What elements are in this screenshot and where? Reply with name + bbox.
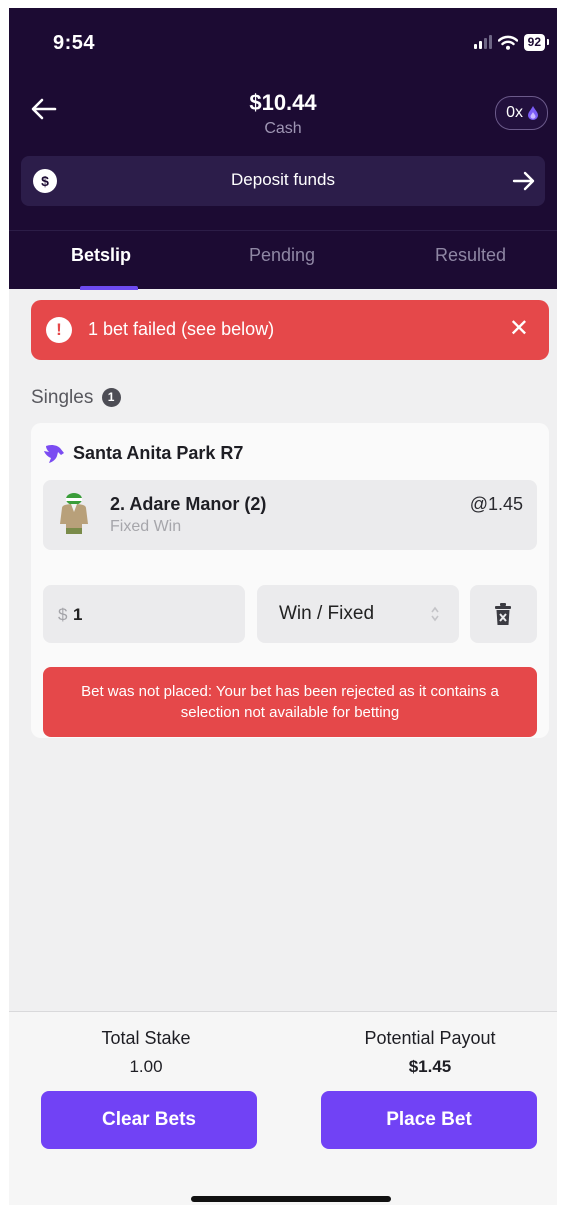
signal-icon — [473, 35, 492, 49]
race-header: Santa Anita Park R7 — [43, 443, 243, 464]
stake-input[interactable]: $ 1 — [43, 585, 245, 643]
runner-selection: 2. Adare Manor (2) Fixed Win @1.45 — [43, 480, 537, 550]
forward-arrow-icon — [512, 171, 535, 191]
singles-count-badge: 1 — [101, 388, 121, 407]
stake-currency: $ — [58, 605, 68, 624]
updown-caret-icon — [431, 606, 439, 622]
betslip-screen: 9:54 92 $10.44 Cash 0x $ Deposit funds B… — [9, 8, 557, 1205]
app-header: 9:54 92 $10.44 Cash 0x $ Deposit funds B… — [9, 8, 557, 290]
flame-icon — [528, 106, 538, 120]
jockey-silks-icon — [60, 493, 88, 534]
clear-bets-button[interactable]: Clear Bets — [41, 1091, 257, 1149]
stake-value: 1 — [73, 605, 83, 624]
wifi-icon — [497, 35, 518, 50]
singles-heading: Singles 1 — [31, 387, 121, 409]
bet-card: Santa Anita Park R7 2. Adare Manor (2) F… — [31, 423, 549, 738]
battery-icon: 92 — [523, 33, 550, 51]
error-banner-message: 1 bet failed (see below) — [88, 319, 275, 339]
betslip-footer: Total Stake 1.00 Potential Payout $1.45 … — [9, 1011, 557, 1205]
balance-amount: $10.44 — [249, 90, 317, 115]
total-stake-summary: Total Stake 1.00 — [9, 1028, 283, 1077]
betslip-tabs: Betslip Pending Resulted — [9, 230, 557, 290]
tab-betslip[interactable]: Betslip — [71, 245, 131, 266]
balance-display: $10.44 Cash — [9, 90, 557, 138]
potential-payout-label: Potential Payout — [364, 1028, 496, 1048]
total-stake-value: 1.00 — [129, 1057, 163, 1076]
active-tab-indicator — [80, 286, 138, 290]
balance-label: Cash — [264, 120, 302, 137]
close-icon[interactable]: ✕ — [509, 316, 529, 342]
race-name: Santa Anita Park R7 — [73, 443, 244, 463]
total-stake-label: Total Stake — [101, 1028, 191, 1048]
singles-label: Singles — [31, 387, 94, 408]
bet-kind-label: Fixed Win — [110, 518, 182, 535]
bet-type-value: Win / Fixed — [279, 603, 375, 624]
points-pill-label: 0x — [506, 104, 523, 121]
deposit-funds-label: Deposit funds — [231, 170, 335, 189]
tab-resulted[interactable]: Resulted — [435, 245, 506, 266]
bet-error-message: Bet was not placed: Your bet has been re… — [43, 667, 537, 737]
delete-bet-button[interactable] — [470, 585, 537, 643]
bet-type-select[interactable]: Win / Fixed — [257, 585, 459, 643]
error-banner: ! 1 bet failed (see below) ✕ — [31, 300, 549, 360]
status-icons: 92 — [473, 32, 550, 52]
potential-payout-value: $1.45 — [408, 1057, 452, 1076]
tab-pending[interactable]: Pending — [249, 245, 315, 266]
points-pill[interactable]: 0x — [495, 96, 548, 130]
status-time: 9:54 — [53, 32, 96, 54]
potential-payout-summary: Potential Payout $1.45 — [293, 1028, 557, 1077]
alert-icon: ! — [46, 317, 72, 343]
trash-icon — [495, 603, 511, 625]
horse-icon — [44, 444, 64, 463]
home-indicator — [191, 1196, 391, 1202]
bet-error-text: Bet was not placed: Your bet has been re… — [81, 683, 499, 721]
runner-odds: @1.45 — [469, 494, 523, 514]
place-bet-button[interactable]: Place Bet — [321, 1091, 537, 1149]
deposit-funds-button[interactable]: $ Deposit funds — [21, 156, 545, 206]
runner-name: 2. Adare Manor (2) — [110, 494, 267, 514]
